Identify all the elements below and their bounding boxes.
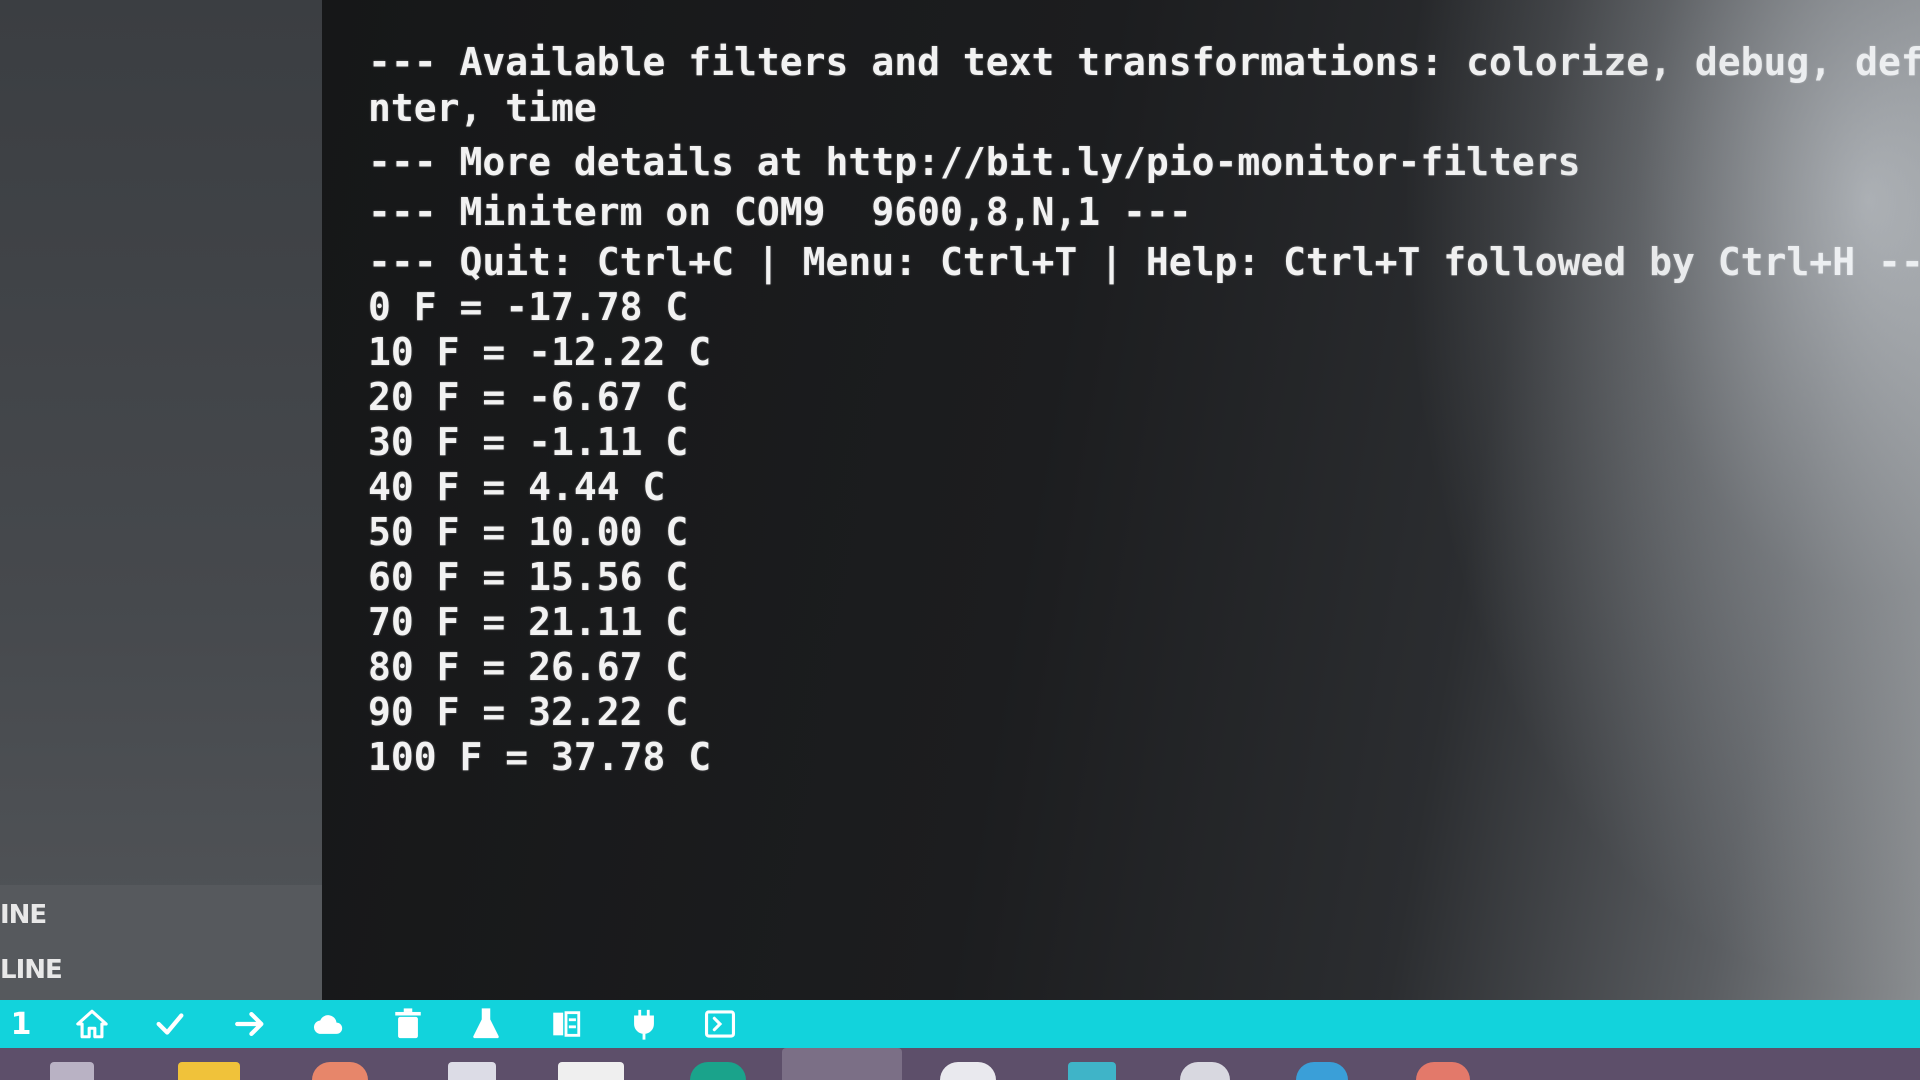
taskbar-app-icon[interactable] (50, 1062, 94, 1080)
taskbar-app-icon[interactable] (448, 1062, 496, 1080)
terminal-line: 100 F = 37.78 C (368, 735, 712, 779)
terminal-line: --- Quit: Ctrl+C | Menu: Ctrl+T | Help: … (368, 240, 1920, 284)
taskbar-app-icon[interactable] (1180, 1062, 1230, 1080)
terminal-line: nter, time (368, 86, 597, 130)
status-bar: 1 (0, 1000, 1920, 1048)
os-taskbar (0, 1048, 1920, 1080)
flask-icon[interactable] (466, 1004, 506, 1044)
terminal-line: 40 F = 4.44 C (368, 465, 666, 509)
home-icon[interactable] (72, 1004, 112, 1044)
taskbar-app-icon[interactable] (312, 1062, 368, 1080)
taskbar-app-icon[interactable] (690, 1062, 746, 1080)
terminal-line: 0 F = -17.78 C (368, 285, 689, 329)
terminal-line: 70 F = 21.11 C (368, 600, 689, 644)
terminal-line: 90 F = 32.22 C (368, 690, 689, 734)
terminal-icon[interactable] (700, 1004, 740, 1044)
taskbar-app-icon[interactable] (558, 1062, 624, 1080)
terminal-line: --- Miniterm on COM9 9600,8,N,1 --- (368, 190, 1192, 234)
timeline-item[interactable]: LINE (0, 955, 63, 985)
terminal-line: 50 F = 10.00 C (368, 510, 689, 554)
trash-icon[interactable] (388, 1004, 428, 1044)
terminal-line: 30 F = -1.11 C (368, 420, 689, 464)
arrow-right-icon[interactable] (230, 1004, 270, 1044)
outline-item[interactable]: INE (0, 900, 47, 930)
status-counter[interactable]: 1 (6, 1004, 36, 1044)
cloud-icon[interactable] (308, 1004, 348, 1044)
check-icon[interactable] (150, 1004, 190, 1044)
taskbar-app-icon[interactable] (1416, 1062, 1470, 1080)
terminal-line: 20 F = -6.67 C (368, 375, 689, 419)
terminal-line: --- Available filters and text transform… (368, 40, 1920, 84)
active-taskbar-app[interactable] (782, 1048, 902, 1080)
outline-panel: INE LINE (0, 885, 326, 1000)
terminal-line: --- More details at http://bit.ly/pio-mo… (368, 140, 1581, 184)
taskbar-app-icon[interactable] (1068, 1062, 1116, 1080)
taskbar-app-icon[interactable] (940, 1062, 996, 1080)
explorer-sidebar (0, 0, 322, 1000)
plug-icon[interactable] (624, 1004, 664, 1044)
terminal-line: 10 F = -12.22 C (368, 330, 712, 374)
terminal-line: 60 F = 15.56 C (368, 555, 689, 599)
terminal-line: 80 F = 26.67 C (368, 645, 689, 689)
folder-icon[interactable] (178, 1062, 240, 1080)
serial-monitor-terminal[interactable]: --- Available filters and text transform… (322, 0, 1920, 1000)
serial-monitor-icon[interactable] (546, 1004, 586, 1044)
taskbar-app-icon[interactable] (1296, 1062, 1348, 1080)
